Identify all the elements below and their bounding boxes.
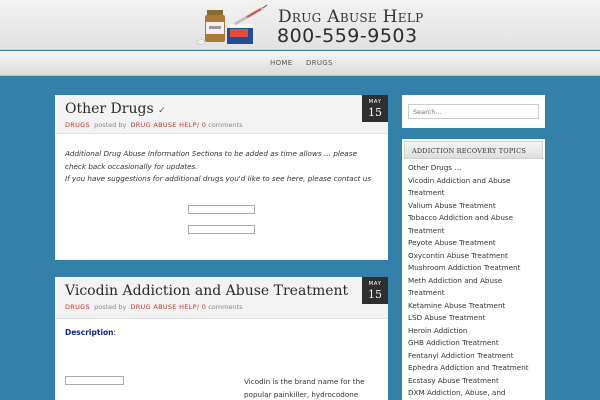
post-body-line: Additional Drug Abuse Information Sectio… [65, 149, 357, 158]
comments-label[interactable]: comments [208, 303, 242, 311]
post-title[interactable]: Other Drugs ✓ [65, 101, 166, 117]
topic-link[interactable]: GHB Addiction Treatment [408, 337, 541, 350]
topic-link[interactable]: Fentanyl Addiction Treatment [408, 350, 541, 363]
topic-link[interactable]: LSD Abuse Treatment [408, 312, 541, 325]
description-heading: Description: [65, 328, 116, 337]
search-widget [402, 95, 545, 128]
topic-link[interactable]: Treatment [408, 187, 541, 200]
topic-list: Other Drugs … Vicodin Addiction and Abus… [408, 162, 541, 400]
topic-link[interactable]: Other Drugs … [408, 162, 541, 175]
post-header: Vicodin Addiction and Abuse Treatment DR… [55, 277, 388, 319]
site-title[interactable]: Drug Abuse Help [278, 7, 424, 27]
topic-link[interactable]: Ephedra Addiction and Treatment [408, 362, 541, 375]
empty-button-box[interactable] [188, 225, 255, 234]
widget-title: ADDICTION RECOVERY TOPICS [404, 141, 543, 159]
topic-link[interactable]: Mushroom Addiction Treatment [408, 262, 541, 275]
topic-link[interactable]: Tobacco Addiction and Abuse [408, 212, 541, 225]
posted-by-label: posted by [94, 121, 127, 129]
date-badge: MAY 15 [362, 277, 388, 304]
post-title[interactable]: Vicodin Addiction and Abuse Treatment [65, 283, 348, 299]
description-colon: : [113, 328, 117, 337]
post-header: Other Drugs ✓ DRUGS posted by DRUG ABUSE… [55, 95, 388, 134]
date-badge: MAY 15 [362, 95, 388, 122]
post-body: Vicodin is the brand name for the popula… [244, 376, 384, 400]
empty-image-box[interactable] [65, 376, 124, 385]
comments-count-link[interactable]: 0 [202, 303, 206, 311]
post-body-line: Vicodin is the brand name for the [244, 377, 365, 386]
post-other-drugs: Other Drugs ✓ DRUGS posted by DRUG ABUSE… [55, 95, 388, 260]
post-body-line: check back occasionally for updates. [65, 161, 198, 171]
topic-link[interactable]: DXM Addiction, Abuse, and [408, 387, 541, 400]
date-month: MAY [368, 99, 382, 105]
topic-link[interactable]: Oxycontin Abuse Treatment [408, 250, 541, 263]
date-day: 15 [368, 106, 382, 119]
empty-button-box[interactable] [188, 205, 255, 214]
post-body: Additional Drug Abuse Information Sectio… [65, 148, 380, 186]
topic-link[interactable]: Peyote Abuse Treatment [408, 237, 541, 250]
post-vicodin: Vicodin Addiction and Abuse Treatment DR… [55, 277, 388, 400]
topic-link[interactable]: Ecstasy Abuse Treatment [408, 375, 541, 388]
posted-by-label: posted by [94, 303, 127, 311]
nav-home[interactable]: HOME [270, 59, 292, 67]
comments-count-link[interactable]: 0 [202, 121, 206, 129]
date-month: MAY [368, 281, 382, 287]
description-label: Description [65, 328, 114, 337]
phone-number[interactable]: 800-559-9503 [277, 25, 418, 47]
category-link[interactable]: DRUGS [65, 303, 90, 311]
post-meta: DRUGS posted by DRUG ABUSE HELP/ 0 comme… [65, 303, 243, 311]
topic-link[interactable]: Treatment [408, 287, 541, 300]
topics-widget: ADDICTION RECOVERY TOPICS Other Drugs … … [402, 139, 545, 400]
comments-label[interactable]: comments [208, 121, 242, 129]
author-link[interactable]: DRUG ABUSE HELP [130, 121, 196, 129]
category-link[interactable]: DRUGS [65, 121, 90, 129]
author-link[interactable]: DRUG ABUSE HELP [130, 303, 196, 311]
checkmark-icon: ✓ [158, 106, 166, 116]
post-body-line: popular painkiller, hydrocodone [244, 389, 359, 399]
post-title-text[interactable]: Other Drugs [65, 101, 154, 117]
topic-link[interactable]: Vicodin Addiction and Abuse [408, 175, 541, 188]
nav-drugs[interactable]: DRUGS [306, 59, 333, 67]
topic-link[interactable]: Valium Abuse Treatment [408, 200, 541, 213]
topic-link[interactable]: Meth Addiction and Abuse [408, 275, 541, 288]
search-input[interactable] [408, 104, 539, 119]
topic-link[interactable]: Ketamine Abuse Treatment [408, 300, 541, 313]
pill-bottle-syringe-logo-icon[interactable] [195, 2, 270, 48]
site-header: Drug Abuse Help 800-559-9503 [0, 0, 600, 50]
main-nav: HOME DRUGS [0, 51, 600, 76]
topic-link[interactable]: Heroin Addiction [408, 325, 541, 338]
post-body-line: If you have suggestions for additional d… [65, 174, 372, 183]
topic-link[interactable]: Treatment [408, 225, 541, 238]
post-meta: DRUGS posted by DRUG ABUSE HELP/ 0 comme… [65, 121, 243, 129]
date-day: 15 [368, 288, 382, 301]
